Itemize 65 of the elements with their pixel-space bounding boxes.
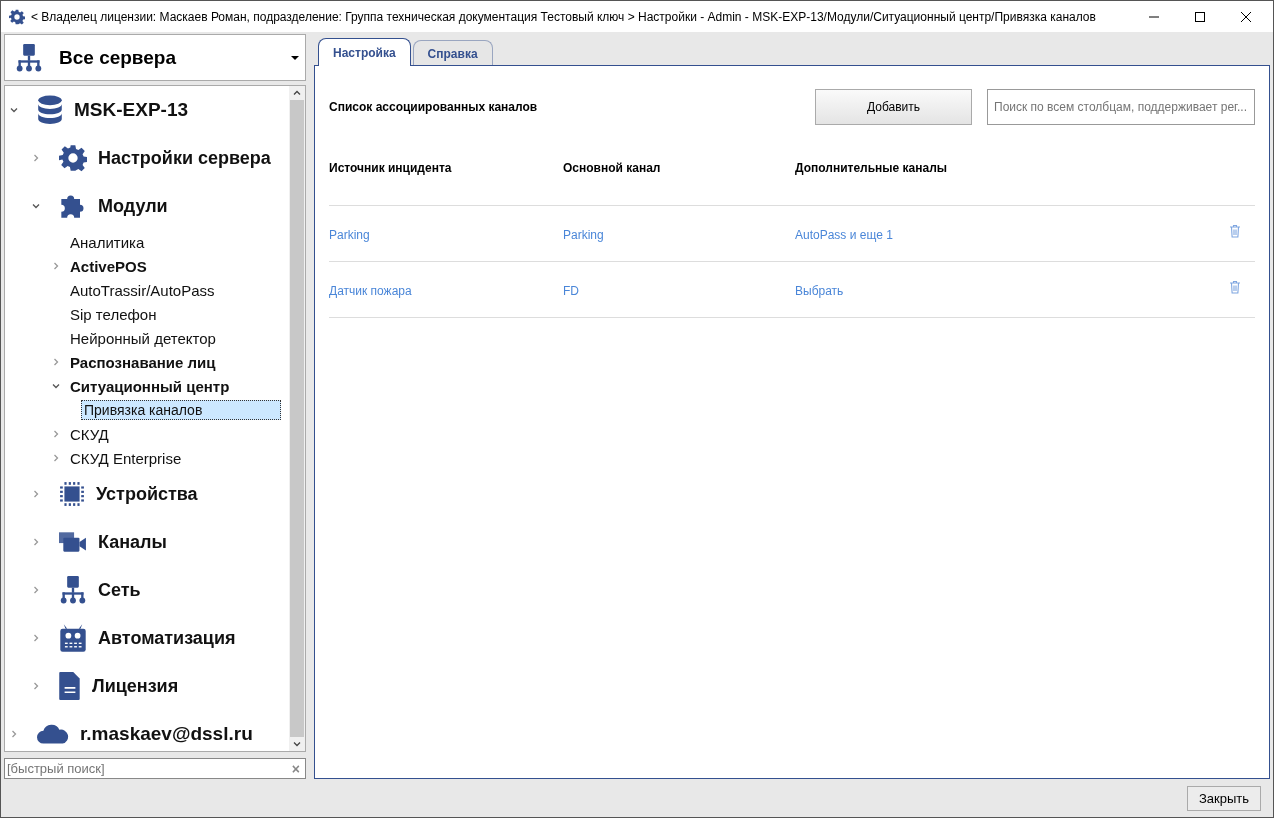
document-icon [59,672,81,701]
close-icon[interactable] [1241,11,1251,22]
scrollbar[interactable] [289,86,305,752]
tree-item[interactable]: ActivePOS [67,255,150,277]
chevron-right-icon[interactable] [51,261,61,272]
tree-item[interactable]: Нейронный детектор [67,327,219,349]
table-link[interactable]: Parking [329,227,370,242]
tree-item[interactable]: Сеть [95,577,144,603]
tree-item[interactable]: Привязка каналов [81,400,281,421]
tree-item[interactable]: AutoTrassir/AutoPass [67,279,218,301]
tree-item[interactable]: Настройки сервера [95,145,274,171]
table-link[interactable]: Выбрать [795,283,844,298]
network-icon [59,576,87,605]
tree-item[interactable]: Устройства [93,481,201,507]
tree-item[interactable]: Ситуационный центр [67,375,233,397]
gear-icon [9,8,25,25]
search-field[interactable]: Поиск по всем столбцам, поддерживает рег... [987,89,1255,125]
server-dropdown[interactable]: Все сервера [4,34,306,82]
table-link[interactable]: FD [563,283,579,298]
chevron-right-icon[interactable] [51,453,61,464]
chevron-right-icon[interactable] [31,633,41,644]
caret-icon [291,55,299,60]
chevron-right-icon[interactable] [31,681,41,692]
tree-item[interactable]: СКУД [67,423,112,445]
chevron-right-icon[interactable] [51,429,61,440]
table-link[interactable]: Parking [563,227,604,242]
tree-item[interactable]: MSK-EXP-13 [71,97,192,124]
trash-icon[interactable] [1229,223,1241,238]
column-header: Дополнительные каналы [795,161,949,175]
tree-item[interactable]: Лицензия [89,673,182,699]
tree-item[interactable]: СКУД Enterprise [67,447,185,469]
close-button[interactable]: Закрыть [1187,785,1261,811]
section-title: Список ассоциированных каналов [329,100,539,114]
table-link[interactable]: Датчик пожара [329,283,412,298]
chevron-right-icon[interactable] [51,357,61,368]
video-camera-icon [59,530,87,555]
tree-item[interactable]: Распознавание лиц [67,351,219,373]
table-link[interactable]: AutoPass и еще 1 [795,227,893,242]
tree-item[interactable]: Аналитика [67,231,148,253]
chevron-right-icon[interactable] [31,585,41,596]
tree-item[interactable]: r.maskaev@dssl.ru [77,721,256,748]
gear-icon [59,144,87,173]
quick-search-field[interactable]: [быстрый поиск] × [4,758,306,779]
tree-item[interactable]: Автоматизация [95,625,239,651]
chip-icon [59,481,85,508]
column-header: Источник инцидента [329,161,453,175]
tree-item[interactable]: Sip телефон [67,303,160,325]
cloud-icon [37,724,69,745]
tab[interactable]: Справка [412,40,493,65]
window-title: < Владелец лицензии: Маскаев Роман, подразделение: Группа техническая документация Тестовый ключ > Настройки - Admin - MSK-EXP-13/Модули/Ситуационный центр/Привязка каналов [31,9,1096,24]
chevron-right-icon[interactable] [31,489,41,500]
column-header: Основной канал [563,161,662,175]
maximize-icon[interactable] [1195,11,1205,22]
database-icon [37,95,63,126]
chevron-right-icon[interactable] [9,729,19,740]
tree-item[interactable]: Каналы [95,529,170,555]
trash-icon[interactable] [1229,279,1241,294]
robot-icon [59,623,87,654]
tree-item[interactable]: Модули [95,193,171,219]
chevron-right-icon[interactable] [31,153,41,164]
add-button[interactable]: Добавить [815,89,972,125]
chevron-right-icon[interactable] [31,537,41,548]
clear-button[interactable]: × [286,760,305,777]
network-icon [15,43,43,72]
tab[interactable]: Настройка [318,38,411,66]
